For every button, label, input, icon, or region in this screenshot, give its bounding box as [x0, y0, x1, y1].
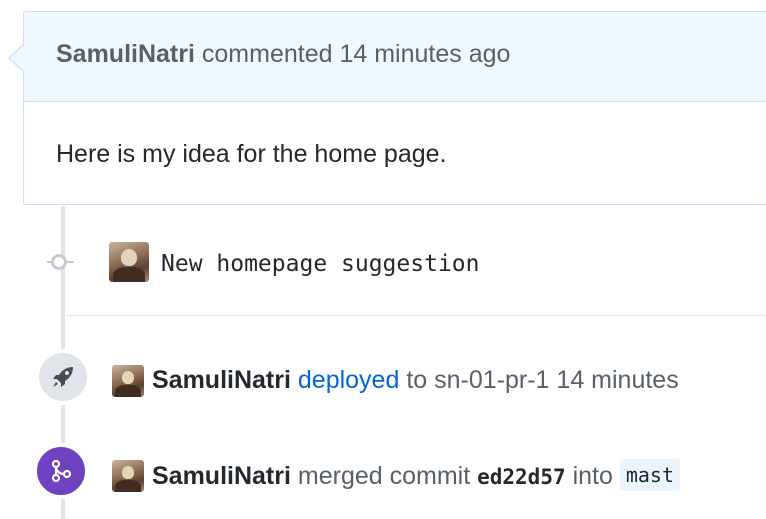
comment-body: Here is my idea for the home page.: [56, 140, 447, 168]
comment-caret-fill: [10, 44, 25, 72]
comment-box: SamuliNatri commented 14 minutes ago Her…: [8, 11, 766, 205]
merge-author-link[interactable]: SamuliNatri: [152, 462, 291, 490]
commit-icon-line-right: [67, 261, 74, 263]
git-commit-icon: [51, 254, 67, 270]
timeline-divider: [66, 315, 766, 316]
comment-timestamp[interactable]: 14 minutes ago: [339, 40, 510, 68]
rocket-icon: [35, 349, 91, 405]
deploy-environment: sn-01-pr-1: [434, 366, 550, 394]
merge-connector: into: [572, 462, 613, 490]
merge-action: merged commit: [297, 462, 471, 490]
comment-header: SamuliNatri commented 14 minutes ago: [24, 12, 766, 102]
deploy-event-text: SamuliNatri deployed to sn-01-pr-1 14 mi…: [152, 366, 679, 395]
comment-action: commented: [201, 40, 333, 68]
commit-author-avatar[interactable]: [109, 242, 149, 282]
deploy-author-avatar[interactable]: [112, 365, 144, 397]
deployed-link[interactable]: deployed: [298, 366, 399, 394]
commit-message-link[interactable]: New homepage suggestion: [161, 251, 480, 277]
deploy-timestamp[interactable]: 14 minutes: [556, 366, 678, 394]
merge-author-avatar[interactable]: [112, 460, 144, 492]
deploy-author-link[interactable]: SamuliNatri: [152, 366, 291, 394]
deploy-connector: to: [406, 366, 428, 394]
comment-author-link[interactable]: SamuliNatri: [56, 40, 195, 68]
merge-commit-sha-link[interactable]: ed22d57: [477, 465, 566, 489]
comment-header-text: SamuliNatri commented 14 minutes ago: [56, 40, 510, 69]
merge-event-text: SamuliNatri merged commit ed22d57 into m…: [152, 459, 681, 491]
merge-target-branch[interactable]: mast: [619, 459, 681, 491]
git-merge-icon: [33, 443, 89, 499]
